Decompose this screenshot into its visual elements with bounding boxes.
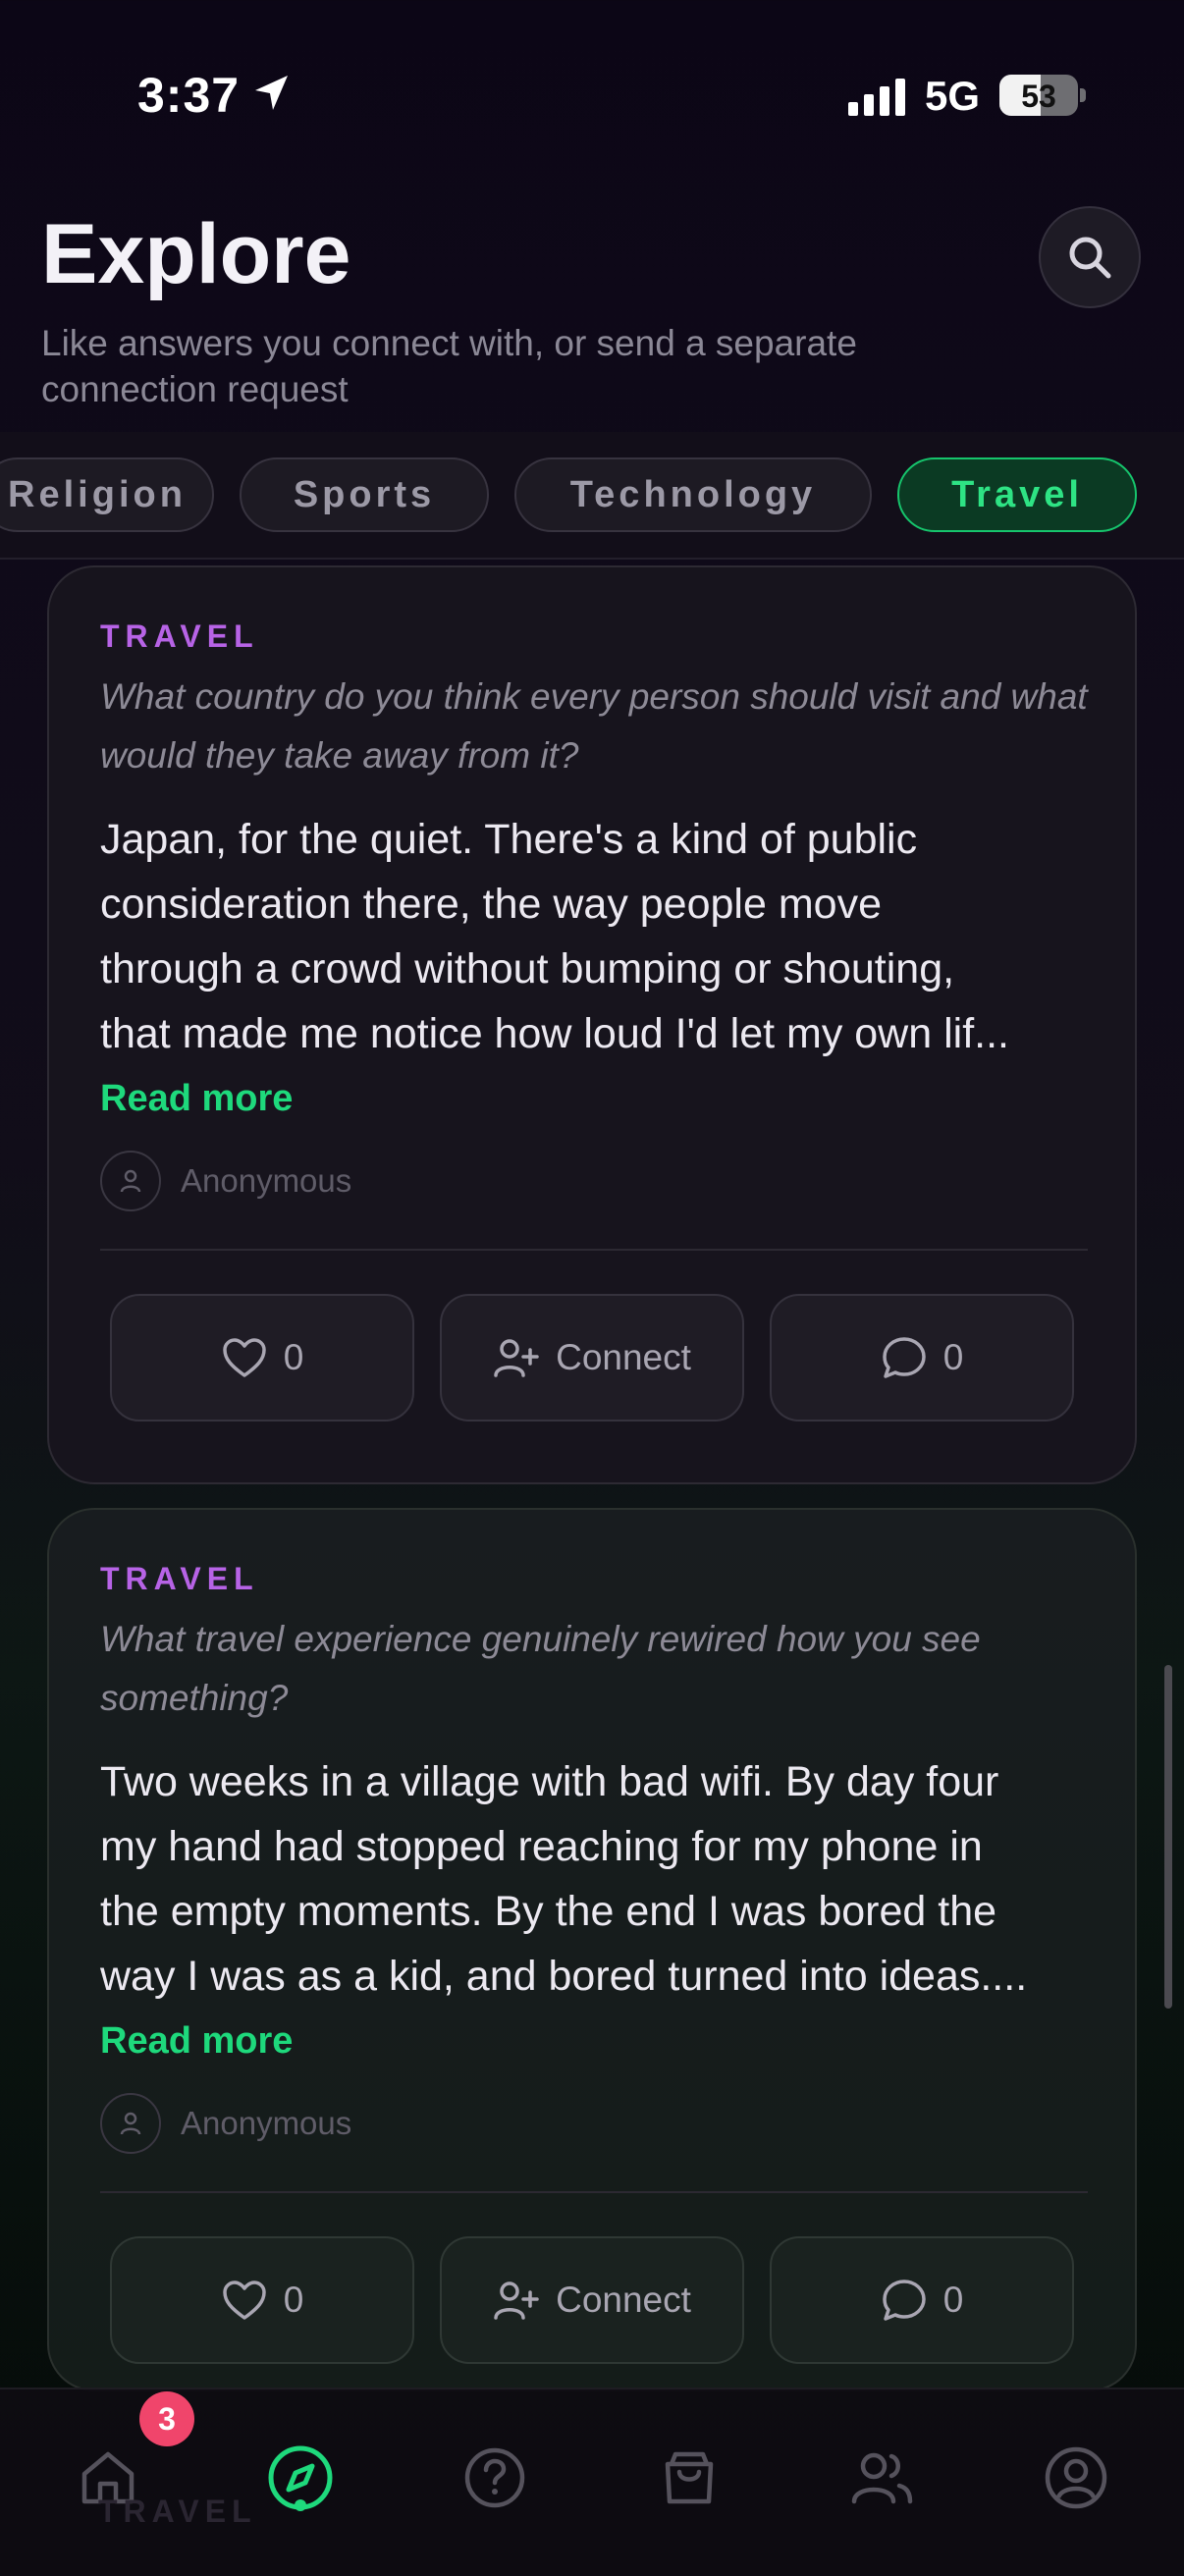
comment-icon <box>882 2280 926 2321</box>
card-category: TRAVEL <box>100 618 259 654</box>
status-bar: 3:37 5G 53 <box>0 0 1184 196</box>
page-subtitle: Like answers you connect with, or send a… <box>41 323 857 409</box>
filter-sports[interactable]: Sports <box>240 457 489 532</box>
heart-icon <box>222 2281 266 2320</box>
cellular-signal-icon <box>848 79 905 116</box>
next-card-category: TRAVEL <box>98 2494 257 2529</box>
notification-badge: 3 <box>139 2391 194 2446</box>
category-filter-bar[interactable]: Religion Sports Technology Travel <box>0 432 1184 560</box>
divider <box>100 1249 1088 1251</box>
connect-button[interactable]: Connect <box>440 1294 744 1422</box>
active-tab-indicator <box>295 2499 306 2511</box>
like-button[interactable]: 0 <box>110 1294 414 1422</box>
search-button[interactable] <box>1039 206 1141 308</box>
connect-label: Connect <box>556 1337 691 1377</box>
comment-button[interactable]: 0 <box>770 2236 1074 2364</box>
add-user-icon <box>494 2281 539 2320</box>
card-answer: Japan, for the quiet. There's a kind of … <box>100 816 1009 1057</box>
divider <box>100 2191 1088 2193</box>
user-icon <box>120 1169 141 1193</box>
comment-count: 0 <box>942 1337 964 1377</box>
comment-button[interactable]: 0 <box>770 1294 1074 1422</box>
comment-icon <box>882 1337 926 1378</box>
connect-label: Connect <box>556 2280 691 2320</box>
like-count: 0 <box>283 1337 304 1377</box>
avatar <box>100 1151 161 1211</box>
read-more-link[interactable]: Read more <box>100 2020 293 2063</box>
filter-religion[interactable]: Religion <box>0 457 214 532</box>
location-arrow-icon <box>255 76 288 110</box>
tab-questions[interactable] <box>446 2429 544 2527</box>
author-name: Anonymous <box>181 1162 352 1199</box>
author-name: Anonymous <box>181 2105 352 2141</box>
search-icon <box>1069 237 1111 279</box>
shopping-bag-icon <box>665 2451 714 2504</box>
avatar <box>100 2093 161 2154</box>
tab-explore[interactable] <box>251 2429 350 2527</box>
answer-card[interactable]: TRAVEL What country do you think every p… <box>47 565 1137 1484</box>
like-button[interactable]: 0 <box>110 2236 414 2364</box>
user-icon <box>120 2112 141 2135</box>
card-question: What country do you think every person s… <box>100 676 1088 776</box>
card-author: Anonymous <box>100 2093 351 2154</box>
card-answer: Two weeks in a village with bad wifi. By… <box>100 1758 1028 2000</box>
tab-shop[interactable] <box>640 2429 738 2527</box>
read-more-link[interactable]: Read more <box>100 1078 293 1120</box>
answer-card[interactable]: TRAVEL What travel experience genuinely … <box>47 1508 1137 2391</box>
battery-tip <box>1080 88 1086 102</box>
card-author: Anonymous <box>100 1151 351 1211</box>
people-icon <box>851 2452 913 2504</box>
question-icon <box>464 2447 525 2508</box>
comment-count: 0 <box>942 2280 964 2320</box>
scrollbar[interactable] <box>1164 1665 1172 2009</box>
add-user-icon <box>494 1339 539 1377</box>
tab-people[interactable] <box>833 2429 931 2527</box>
page-title: Explore <box>41 207 351 301</box>
battery-icon: 53 <box>999 75 1078 116</box>
like-count: 0 <box>283 2280 304 2320</box>
filter-technology[interactable]: Technology <box>514 457 872 532</box>
battery-percent: 53 <box>1021 79 1056 114</box>
status-time: 3:37 <box>137 68 241 123</box>
heart-icon <box>222 1338 266 1377</box>
profile-icon <box>1045 2446 1107 2509</box>
filter-travel[interactable]: Travel <box>897 457 1137 532</box>
network-type: 5G <box>925 73 981 119</box>
connect-button[interactable]: Connect <box>440 2236 744 2364</box>
card-question: What travel experience genuinely rewired… <box>100 1619 981 1718</box>
card-category: TRAVEL <box>100 1561 259 1596</box>
tab-profile[interactable] <box>1027 2429 1125 2527</box>
